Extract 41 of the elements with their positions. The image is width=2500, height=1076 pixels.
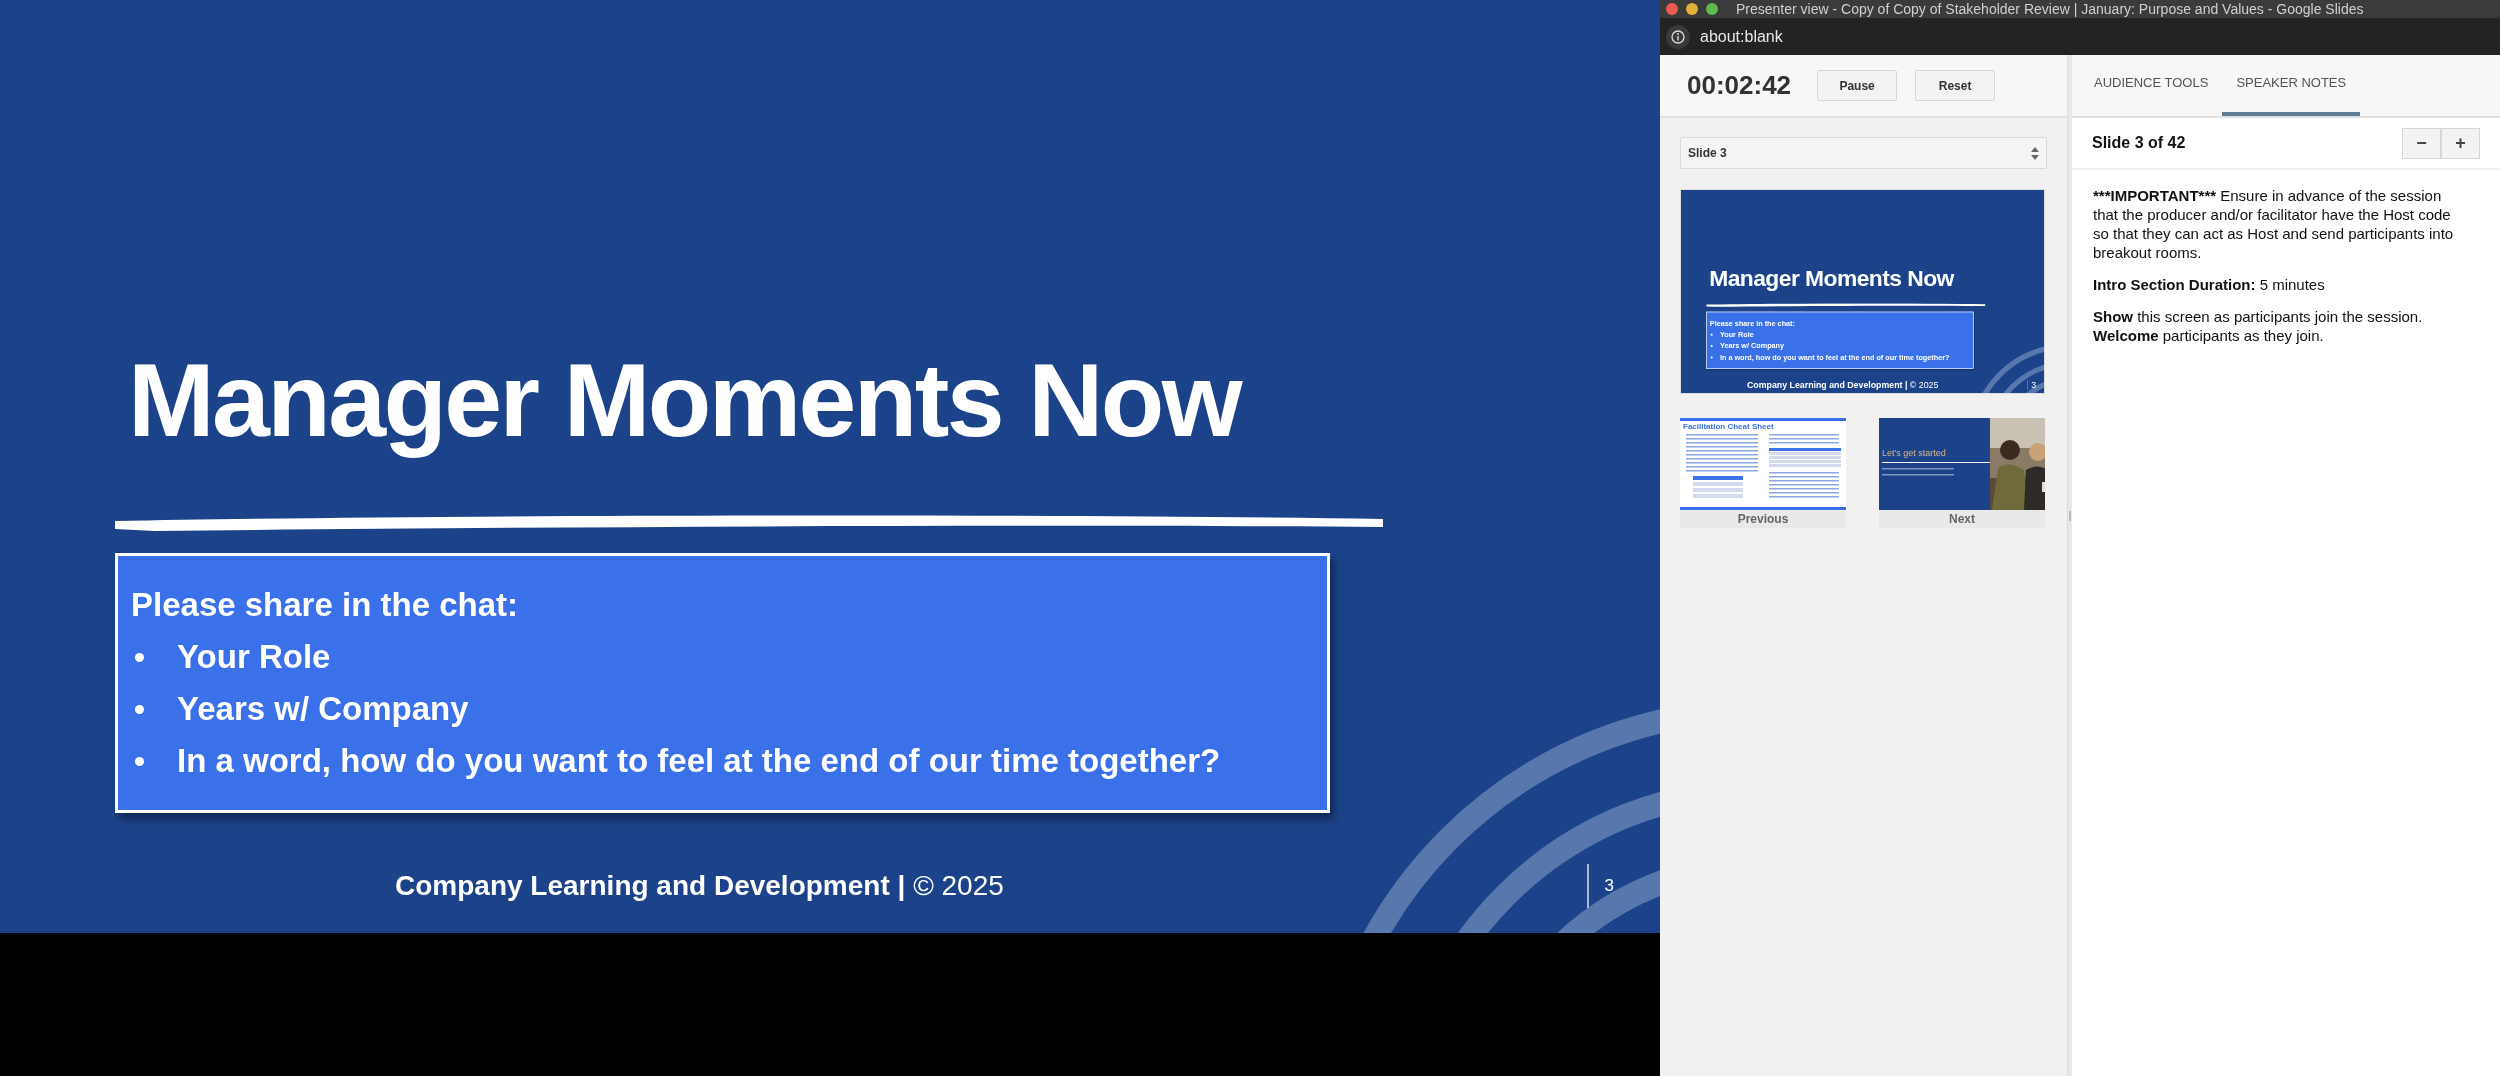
speaker-note: Intro Section Duration: 5 minutes [2093,275,2326,294]
bullet-text: In a word, how do you want to feel at the end of our time together? [177,742,1221,780]
pause-button[interactable]: Pause [1817,70,1898,101]
thumbnail-label[interactable]: Previous [1737,510,1789,528]
elapsed-timer: 00:02:42 [1687,69,1792,102]
slide-count: Slide 3 of 42 [2092,133,2186,153]
speaker-note: ***IMPORTANT*** Ensure in advance of the session that the producer and/or facilitator have the Host code so that they can act as Host and send participants into breakout rooms. [2093,186,2455,262]
bullet-icon [135,652,144,662]
prompt-heading: Please share in the chat: [131,586,519,624]
address-text[interactable]: about:blank [1700,24,1783,49]
bullet-icon [135,756,144,766]
thumbnail-title: Let’s get started [1882,448,1947,459]
minimize-icon[interactable] [1686,3,1698,15]
slide-footer: Company Learning and Development | © 2025 [395,865,1004,907]
zoom-out-button[interactable]: − [2402,127,2441,159]
slide-select[interactable]: Slide 3 [1680,137,2047,169]
panel-tab[interactable]: SPEAKER NOTES [2222,53,2361,116]
slide-footer: Company Learning and Development | © 2025 [1747,378,1939,392]
page-number: 3 [1604,875,1614,898]
bullet-icon [1710,356,1713,359]
thumbnail-title: Facilitation Cheat Sheet [1683,421,1775,432]
bullet-icon [1710,333,1713,336]
speaker-note: Show this screen as participants join the session. Welcome participants as they join. [2093,307,2424,345]
previous-slide-thumbnail[interactable]: Facilitation Cheat Sheet Previous [1680,418,1846,528]
next-slide-thumbnail[interactable]: Let’s get started Next [1879,418,2045,528]
window-title: Presenter view - Copy of Copy of Stakeholder Review | January: Purpose and Values - Google Slides [1736,0,2364,18]
bullet-icon [135,704,144,714]
text-lines-drawing [1882,466,1954,478]
slide-title: Manager Moments Now [1709,265,1956,291]
resize-handle-icon[interactable] [2069,510,2071,521]
updown-icon [2031,146,2039,160]
bullet-text: Years w/ Company [177,690,469,728]
bullet-text: Your Role [177,638,331,676]
info-icon[interactable] [1666,24,1690,49]
zoom-in-button[interactable]: + [2441,127,2480,159]
page-number: 3 [2031,379,2037,392]
close-icon[interactable] [1666,3,1678,15]
reset-button[interactable]: Reset [1915,70,1996,101]
maximize-icon[interactable] [1706,3,1718,15]
thumbnail-label[interactable]: Next [1949,510,1975,528]
panel-tab[interactable]: AUDIENCE TOOLS [2080,53,2223,116]
